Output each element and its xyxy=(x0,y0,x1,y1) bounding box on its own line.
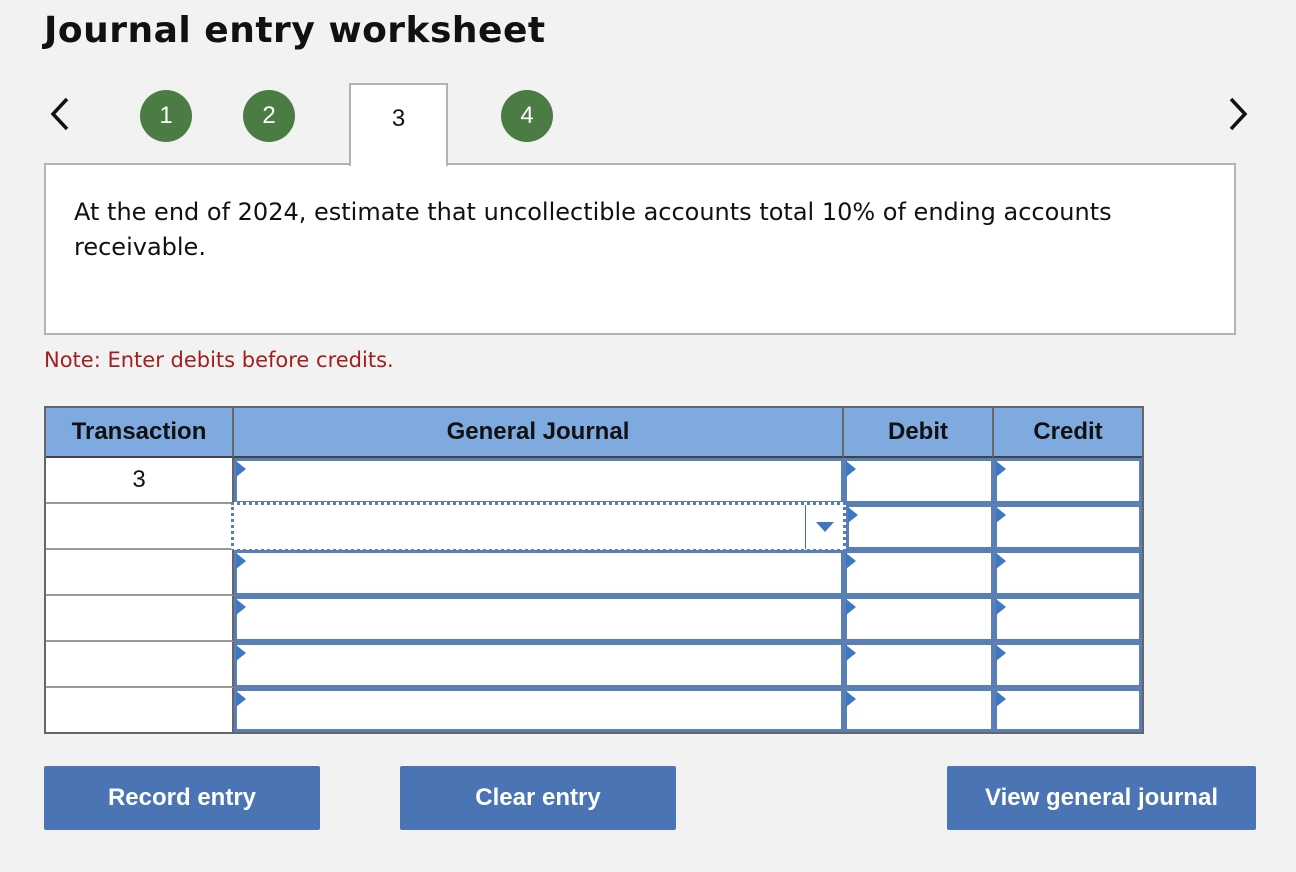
input-marker-icon xyxy=(996,461,1006,477)
row-6-account-input[interactable] xyxy=(234,688,844,732)
row-3-account-input[interactable] xyxy=(234,550,844,596)
entry-note: Note: Enter debits before credits. xyxy=(44,348,394,372)
input-marker-icon xyxy=(996,691,1006,707)
header-transaction: Transaction xyxy=(46,408,234,458)
input-marker-icon xyxy=(846,645,856,661)
row-2-transaction xyxy=(46,504,234,550)
clear-entry-button[interactable]: Clear entry xyxy=(400,766,676,830)
transaction-description: At the end of 2024, estimate that uncoll… xyxy=(44,163,1236,335)
row-3-credit-input[interactable] xyxy=(994,550,1142,596)
row-4-credit-input[interactable] xyxy=(994,596,1142,642)
input-marker-icon xyxy=(236,691,246,707)
row-5-transaction xyxy=(46,642,234,688)
row-5-account-input[interactable] xyxy=(234,642,844,688)
header-debit: Debit xyxy=(844,408,994,458)
step-3-tab-current[interactable]: 3 xyxy=(349,83,448,166)
journal-entry-table: Transaction General Journal Debit Credit… xyxy=(44,406,1144,734)
input-marker-icon xyxy=(846,553,856,569)
row-1-credit-input[interactable] xyxy=(994,458,1142,504)
chevron-down-icon xyxy=(815,522,834,532)
row-6-debit-input[interactable] xyxy=(844,688,994,732)
input-marker-icon xyxy=(846,461,856,477)
row-3-transaction xyxy=(46,550,234,596)
record-entry-button[interactable]: Record entry xyxy=(44,766,320,830)
next-step-button[interactable] xyxy=(1220,94,1256,134)
input-marker-icon xyxy=(846,691,856,707)
row-6-transaction xyxy=(46,688,234,732)
row-5-credit-input[interactable] xyxy=(994,642,1142,688)
row-1-debit-input[interactable] xyxy=(844,458,994,504)
row-6-credit-input[interactable] xyxy=(994,688,1142,732)
view-general-journal-button[interactable]: View general journal xyxy=(947,766,1256,830)
dropdown-button[interactable] xyxy=(805,505,843,549)
input-marker-icon xyxy=(996,507,1006,523)
page-title: Journal entry worksheet xyxy=(44,10,546,51)
chevron-left-icon xyxy=(50,97,69,131)
row-1-transaction: 3 xyxy=(46,458,234,504)
input-marker-icon xyxy=(236,599,246,615)
input-marker-icon xyxy=(236,461,246,477)
chevron-right-icon xyxy=(1229,97,1248,131)
header-general-journal: General Journal xyxy=(234,408,844,458)
step-4-button[interactable]: 4 xyxy=(501,90,553,142)
input-marker-icon xyxy=(848,507,858,523)
step-2-button[interactable]: 2 xyxy=(243,90,295,142)
row-2-account-select[interactable] xyxy=(231,502,846,552)
row-4-account-input[interactable] xyxy=(234,596,844,642)
row-5-debit-input[interactable] xyxy=(844,642,994,688)
row-2-credit-input[interactable] xyxy=(994,504,1142,550)
input-marker-icon xyxy=(236,553,246,569)
input-marker-icon xyxy=(996,599,1006,615)
input-marker-icon xyxy=(846,599,856,615)
input-marker-icon xyxy=(236,645,246,661)
row-4-debit-input[interactable] xyxy=(844,596,994,642)
input-marker-icon xyxy=(996,553,1006,569)
header-credit: Credit xyxy=(994,408,1142,458)
input-marker-icon xyxy=(996,645,1006,661)
step-1-button[interactable]: 1 xyxy=(140,90,192,142)
row-1-account-input[interactable] xyxy=(234,458,844,504)
row-2-debit-input[interactable] xyxy=(846,504,994,550)
row-4-transaction xyxy=(46,596,234,642)
prompt-text: At the end of 2024, estimate that uncoll… xyxy=(74,198,1112,261)
row-3-debit-input[interactable] xyxy=(844,550,994,596)
prev-step-button[interactable] xyxy=(42,94,78,134)
